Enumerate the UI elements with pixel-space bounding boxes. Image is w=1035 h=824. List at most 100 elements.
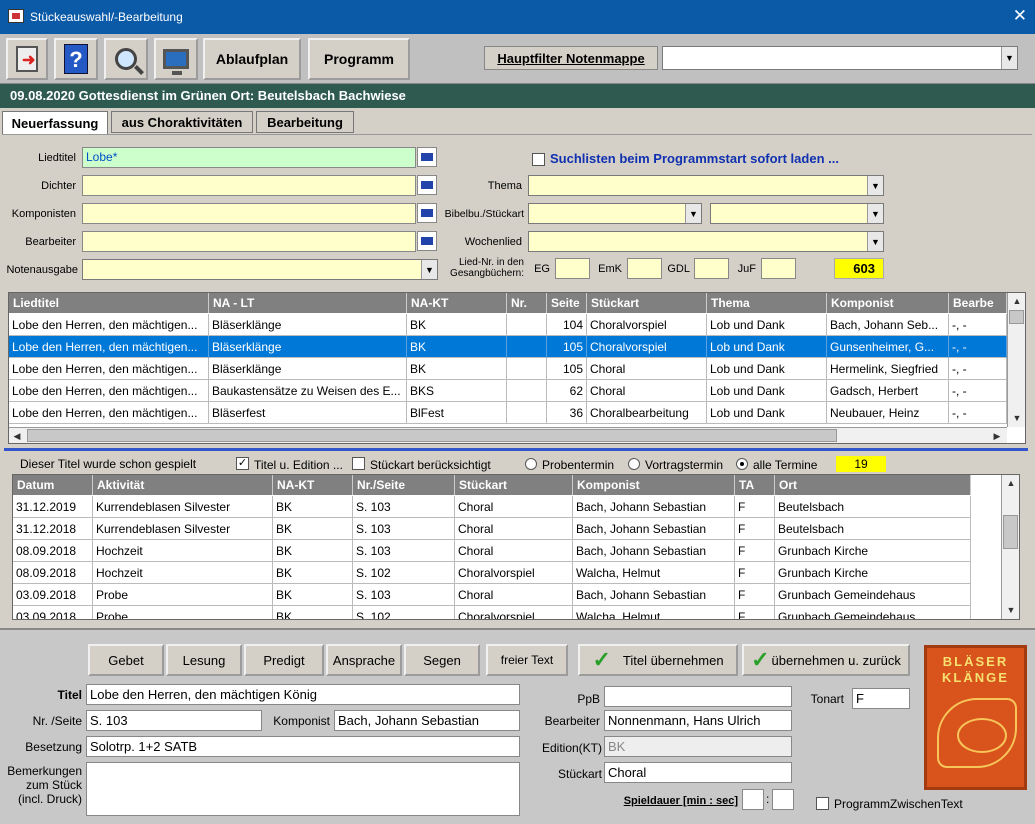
dichter-input[interactable] (82, 175, 416, 196)
titel-field[interactable]: Lobe den Herren, den mächtigen König (86, 684, 520, 705)
alle-termine-label[interactable]: alle Termine (753, 458, 817, 472)
results-column-header[interactable]: Stückart (587, 293, 707, 313)
exit-button[interactable] (6, 38, 48, 80)
bearbeiter-picker-icon[interactable] (417, 231, 437, 251)
stueckart-filter-select[interactable]: ▼ (710, 203, 884, 224)
spieldauer-sec-field[interactable] (772, 789, 794, 810)
uebernehmen-zurueck-button[interactable]: ✓ übernehmen u. zurück (742, 644, 910, 676)
search-button[interactable] (104, 38, 148, 80)
hauptfilter-label[interactable]: Hauptfilter Notenmappe (484, 46, 658, 70)
results-vscrollbar[interactable]: ▲ ▼ (1007, 293, 1025, 427)
tonart-field[interactable]: F (852, 688, 910, 709)
results-hscroll-thumb[interactable] (27, 429, 837, 442)
results-column-header[interactable]: Thema (707, 293, 827, 313)
bibelbuch-select[interactable]: ▼ (528, 203, 702, 224)
stueckart-label[interactable]: Stückart berücksichtigt (370, 458, 491, 472)
results-column-header[interactable]: Nr. (507, 293, 547, 313)
vortragstermin-label[interactable]: Vortragstermin (645, 458, 723, 472)
vortragstermin-radio[interactable] (628, 458, 640, 470)
ansprache-button[interactable]: Ansprache (326, 644, 402, 676)
stueckart-checkbox[interactable] (352, 457, 365, 470)
scroll-up-icon[interactable]: ▲ (1003, 475, 1019, 491)
history-table-row[interactable]: 31.12.2018 Kurrendeblasen Silvester BK S. 1… (13, 518, 971, 540)
notenausgabe-select[interactable]: ▼ (82, 259, 438, 280)
results-column-header[interactable]: NA - LT (209, 293, 407, 313)
hauptfilter-select[interactable]: ▼ (662, 46, 1018, 70)
scroll-right-icon[interactable]: ▶ (989, 428, 1005, 443)
history-table-row[interactable]: 08.09.2018 Hochzeit BK S. 103 Choral Bach, Jo… (13, 540, 971, 562)
results-grid[interactable]: Liedtitel NA - LT NA-KT Nr. Seite Stückart The… (8, 292, 1026, 444)
results-table-row[interactable]: Lobe den Herren, den mächtigen... Bläserk… (9, 336, 1007, 358)
gdl-input[interactable] (694, 258, 729, 279)
segen-button[interactable]: Segen (404, 644, 480, 676)
history-table-row[interactable]: 03.09.2018 Probe BK S. 103 Choral Bach, Johan… (13, 584, 971, 606)
history-table-row[interactable]: 08.09.2018 Hochzeit BK S. 102 Choralvorspiel… (13, 562, 971, 584)
results-column-header[interactable]: Komponist (827, 293, 949, 313)
probentermin-label[interactable]: Probentermin (542, 458, 614, 472)
results-column-header[interactable]: NA-KT (407, 293, 507, 313)
emk-input[interactable] (627, 258, 662, 279)
stueckart-detail-field[interactable]: Choral (604, 762, 792, 783)
liedtitel-picker-icon[interactable] (417, 147, 437, 167)
dichter-picker-icon[interactable] (417, 175, 437, 195)
sofort-laden-checkbox[interactable] (532, 153, 545, 166)
alle-termine-radio[interactable] (736, 458, 748, 470)
komponist-field[interactable]: Bach, Johann Sebastian (334, 710, 520, 731)
history-column-header[interactable]: Komponist (573, 475, 735, 495)
bemerkungen-field[interactable] (86, 762, 520, 816)
tab-bearbeitung[interactable]: Bearbeitung (256, 111, 354, 133)
results-hscrollbar[interactable]: ◀ ▶ (9, 427, 1007, 443)
bearbeiter-input[interactable] (82, 231, 416, 252)
besetzung-field[interactable]: Solotrp. 1+2 SATB (86, 736, 520, 757)
liedtitel-input[interactable]: Lobe* (82, 147, 416, 168)
predigt-button[interactable]: Predigt (244, 644, 324, 676)
gebet-button[interactable]: Gebet (88, 644, 164, 676)
freier-text-button[interactable]: freier Text (486, 644, 568, 676)
wochenlied-select[interactable]: ▼ (528, 231, 884, 252)
history-vscroll-thumb[interactable] (1003, 515, 1018, 549)
juf-input[interactable] (761, 258, 796, 279)
komponisten-picker-icon[interactable] (417, 203, 437, 223)
help-button[interactable]: ? (54, 38, 98, 80)
results-column-header[interactable]: Bearbe (949, 293, 1007, 313)
scroll-up-icon[interactable]: ▲ (1009, 293, 1025, 309)
sofort-laden-label[interactable]: Suchlisten beim Programmstart sofort lad… (550, 151, 839, 166)
history-table-row[interactable]: 03.09.2018 Probe BK S. 102 Choralvorspiel Wal… (13, 606, 971, 619)
history-column-header[interactable]: Ort (775, 475, 971, 495)
scroll-left-icon[interactable]: ◀ (9, 428, 25, 443)
spieldauer-min-field[interactable] (742, 789, 764, 810)
thema-select[interactable]: ▼ (528, 175, 884, 196)
history-column-header[interactable]: TA (735, 475, 775, 495)
results-column-header[interactable]: Liedtitel (9, 293, 209, 313)
bearbeiter-detail-field[interactable]: Nonnenmann, Hans Ulrich (604, 710, 792, 731)
tab-aus-choraktivitaeten[interactable]: aus Choraktivitäten (111, 111, 253, 133)
history-grid[interactable]: Datum Aktivität NA-KT Nr./Seite Stückart Komp… (12, 474, 1020, 620)
scroll-down-icon[interactable]: ▼ (1003, 602, 1019, 618)
results-table-row[interactable]: Lobe den Herren, den mächtigen... Bläserk… (9, 314, 1007, 336)
results-column-header[interactable]: Seite (547, 293, 587, 313)
close-icon[interactable]: ✕ (1013, 6, 1027, 26)
history-column-header[interactable]: NA-KT (273, 475, 353, 495)
results-vscroll-thumb[interactable] (1009, 310, 1024, 324)
tab-neuerfassung[interactable]: Neuerfassung (2, 111, 108, 135)
komponisten-input[interactable] (82, 203, 416, 224)
titel-edition-checkbox[interactable]: ✓ (236, 457, 249, 470)
programm-zwischen-checkbox[interactable] (816, 797, 829, 810)
eg-input[interactable] (555, 258, 590, 279)
history-column-header[interactable]: Datum (13, 475, 93, 495)
titel-edition-label[interactable]: Titel u. Edition ... (254, 458, 343, 472)
history-column-header[interactable]: Aktivität (93, 475, 273, 495)
history-column-header[interactable]: Nr./Seite (353, 475, 455, 495)
history-column-header[interactable]: Stückart (455, 475, 573, 495)
programm-button[interactable]: Programm (308, 38, 410, 80)
results-table-row[interactable]: Lobe den Herren, den mächtigen... Baukast… (9, 380, 1007, 402)
scroll-down-icon[interactable]: ▼ (1009, 410, 1025, 426)
probentermin-radio[interactable] (525, 458, 537, 470)
results-table-row[interactable]: Lobe den Herren, den mächtigen... Bläserf… (9, 402, 1007, 424)
monitor-button[interactable] (154, 38, 198, 80)
nr-seite-field[interactable]: S. 103 (86, 710, 262, 731)
programm-zwischen-label[interactable]: ProgrammZwischenText (834, 797, 963, 811)
results-table-row[interactable]: Lobe den Herren, den mächtigen... Bläserk… (9, 358, 1007, 380)
lesung-button[interactable]: Lesung (166, 644, 242, 676)
ppb-field[interactable] (604, 686, 792, 707)
